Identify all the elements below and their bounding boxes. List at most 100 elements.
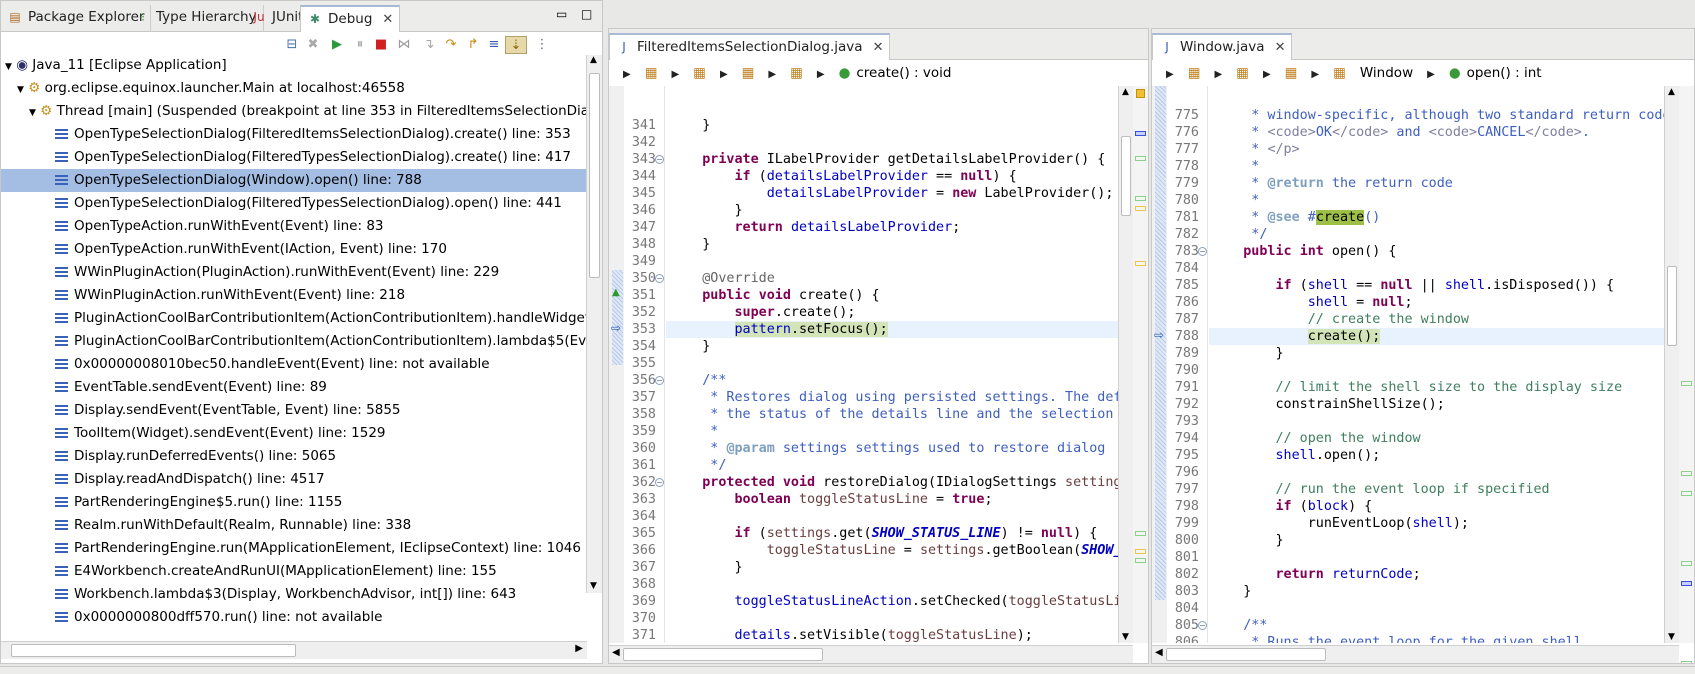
stack-frame[interactable]: OpenTypeSelectionDialog(FilteredTypesSel…: [1, 192, 587, 215]
expand-arrow-icon[interactable]: ▼: [5, 62, 12, 72]
overview-marker[interactable]: [1135, 196, 1146, 201]
breadcrumb-arrow-icon[interactable]: ▶: [1166, 69, 1174, 80]
warning-summary-icon[interactable]: [1136, 89, 1145, 98]
scrollbar-thumb[interactable]: [1667, 266, 1677, 346]
overview-marker[interactable]: [1681, 661, 1692, 663]
scrollbar-thumb[interactable]: [623, 648, 823, 661]
overview-ruler[interactable]: [1679, 86, 1694, 663]
stack-frame[interactable]: Display.sendEvent(EventTable, Event) lin…: [1, 399, 587, 422]
view-menu-icon[interactable]: ⋮: [533, 36, 551, 54]
stack-frame[interactable]: Display.readAndDispatch() line: 4517: [1, 468, 587, 491]
editor-horizontal-scrollbar[interactable]: ◀: [1152, 645, 1679, 663]
breadcrumb-arrow-icon[interactable]: ▶: [720, 69, 728, 80]
use-step-filters-icon[interactable]: ⇣: [505, 36, 527, 54]
scroll-left-icon[interactable]: ◀: [1155, 647, 1163, 658]
scroll-right-icon[interactable]: ▶: [575, 643, 583, 654]
breadcrumb-arrow-icon[interactable]: ▶: [817, 69, 825, 80]
scrollbar-thumb[interactable]: [1166, 648, 1326, 661]
tab-debug[interactable]: ✱ Debug ✕: [300, 5, 401, 32]
stack-frame[interactable]: OpenTypeSelectionDialog(FilteredItemsSel…: [1, 123, 587, 146]
stack-frame[interactable]: WWinPluginAction(PluginAction).runWithEv…: [1, 261, 587, 284]
suspend-icon[interactable]: ⏸: [351, 36, 369, 54]
scroll-up-icon[interactable]: ▲: [1122, 87, 1129, 97]
collapse-all-icon[interactable]: ⊟: [283, 36, 301, 54]
disconnect-icon[interactable]: ⋈: [395, 36, 413, 54]
fold-toggle-icon[interactable]: −: [1198, 247, 1207, 256]
launch-node[interactable]: ▼ ◉ Java_11 [Eclipse Application]: [1, 54, 587, 77]
scrollbar-thumb[interactable]: [11, 644, 296, 657]
stack-frame[interactable]: Realm.runWithDefault(Realm, Runnable) li…: [1, 514, 587, 537]
scroll-up-icon[interactable]: ▲: [1668, 87, 1675, 97]
stack-frame[interactable]: EventTable.sendEvent(Event) line: 89: [1, 376, 587, 399]
editor-tab[interactable]: J Window.java ✕: [1152, 33, 1293, 60]
package-icon[interactable]: ▦: [1333, 65, 1346, 81]
breadcrumb-arrow-icon[interactable]: ▶: [1263, 69, 1271, 80]
stack-frame[interactable]: 0x00000008010bec50.handleEvent(Event) li…: [1, 353, 587, 376]
stack-frame[interactable]: WWinPluginAction.runWithEvent(Event) lin…: [1, 284, 587, 307]
package-icon[interactable]: ▦: [1236, 65, 1249, 81]
breadcrumb-method[interactable]: open() : int: [1467, 65, 1542, 81]
overview-marker[interactable]: [1135, 558, 1146, 563]
breadcrumb-arrow-icon[interactable]: ▶: [768, 69, 776, 80]
resume-icon[interactable]: ▶: [328, 36, 346, 54]
tree-vertical-scrollbar[interactable]: ▲ ▼: [586, 55, 602, 593]
breadcrumb-arrow-icon[interactable]: ▶: [1427, 69, 1435, 80]
step-return-icon[interactable]: ↱: [464, 36, 482, 54]
package-icon[interactable]: ▦: [693, 65, 706, 81]
stack-frame[interactable]: OpenTypeSelectionDialog(Window).open() l…: [1, 169, 587, 192]
editor-tab[interactable]: J FilteredItemsSelectionDialog.java ✕: [609, 33, 891, 60]
editor-horizontal-scrollbar[interactable]: ◀: [609, 645, 1133, 663]
remove-terminated-icon[interactable]: ✖: [304, 36, 322, 54]
scroll-down-icon[interactable]: ▼: [590, 581, 597, 591]
fold-toggle-icon[interactable]: −: [655, 376, 664, 385]
editor-vertical-scrollbar[interactable]: ▲ ▼: [1118, 86, 1133, 643]
stack-frame[interactable]: Workbench.lambda$3(Display, WorkbenchAdv…: [1, 583, 587, 606]
package-icon[interactable]: ▦: [1188, 65, 1201, 81]
code-area[interactable]: * window-specific, although two standard…: [1209, 86, 1664, 643]
tree-horizontal-scrollbar[interactable]: ▶: [1, 641, 587, 659]
overview-marker[interactable]: [1135, 156, 1146, 161]
stack-frame[interactable]: OpenTypeAction.runWithEvent(IAction, Eve…: [1, 238, 587, 261]
stack-frame[interactable]: PluginActionCoolBarContributionItem(Acti…: [1, 330, 587, 353]
breadcrumb-arrow-icon[interactable]: ▶: [671, 69, 679, 80]
breadcrumb-arrow-icon[interactable]: ▶: [623, 69, 631, 80]
expand-arrow-icon[interactable]: ▼: [29, 108, 36, 118]
package-icon[interactable]: ▦: [1285, 65, 1298, 81]
package-icon[interactable]: ▦: [645, 65, 658, 81]
thread-node[interactable]: ▼ ⚙ Thread [main] (Suspended (breakpoint…: [1, 100, 587, 123]
stack-frame[interactable]: PartRenderingEngine$5.run() line: 1155: [1, 491, 587, 514]
stack-frame[interactable]: 0x0000000800dff570.run() line: not avail…: [1, 606, 587, 629]
overview-marker[interactable]: [1135, 206, 1146, 211]
overview-ruler[interactable]: [1133, 86, 1148, 643]
stack-frame[interactable]: OpenTypeAction.runWithEvent(Event) line:…: [1, 215, 587, 238]
terminate-icon[interactable]: ■: [372, 36, 390, 54]
overview-marker[interactable]: [1681, 471, 1692, 476]
scroll-left-icon[interactable]: ◀: [612, 647, 620, 658]
overview-marker[interactable]: [1135, 549, 1146, 554]
expand-arrow-icon[interactable]: ▼: [17, 85, 24, 95]
maximize-icon[interactable]: □: [581, 7, 592, 21]
close-icon[interactable]: ✕: [873, 40, 884, 55]
tab-type-hierarchy[interactable]: ⁝ Type Hierarchy: [129, 5, 264, 32]
close-icon[interactable]: ✕: [1275, 40, 1286, 55]
editor-vertical-scrollbar[interactable]: ▲ ▼: [1664, 86, 1679, 643]
target-node[interactable]: ▼ ⚙ org.eclipse.equinox.launcher.Main at…: [1, 77, 587, 100]
stack-frame[interactable]: PartRenderingEngine.run(MApplicationElem…: [1, 537, 587, 560]
stack-frame[interactable]: PluginActionCoolBarContributionItem(Acti…: [1, 307, 587, 330]
overview-marker[interactable]: [1681, 581, 1692, 586]
package-icon[interactable]: ▦: [790, 65, 803, 81]
fold-toggle-icon[interactable]: −: [655, 274, 664, 283]
code-area[interactable]: } private ILabelProvider getDetailsLabel…: [666, 86, 1118, 643]
scroll-down-icon[interactable]: ▼: [1668, 632, 1675, 642]
minimize-icon[interactable]: ▭: [556, 7, 567, 21]
overview-marker[interactable]: [1681, 381, 1692, 386]
drop-to-frame-icon[interactable]: ≡: [485, 36, 503, 54]
overview-marker[interactable]: [1135, 131, 1146, 136]
step-over-icon[interactable]: ↷: [442, 36, 460, 54]
stack-frame[interactable]: Display.runDeferredEvents() line: 5065: [1, 445, 587, 468]
scroll-down-icon[interactable]: ▼: [1122, 632, 1129, 642]
stack-frame[interactable]: OpenTypeSelectionDialog(FilteredTypesSel…: [1, 146, 587, 169]
breadcrumb-arrow-icon[interactable]: ▶: [1311, 69, 1319, 80]
breadcrumb-arrow-icon[interactable]: ▶: [1214, 69, 1222, 80]
fold-toggle-icon[interactable]: −: [655, 155, 664, 164]
